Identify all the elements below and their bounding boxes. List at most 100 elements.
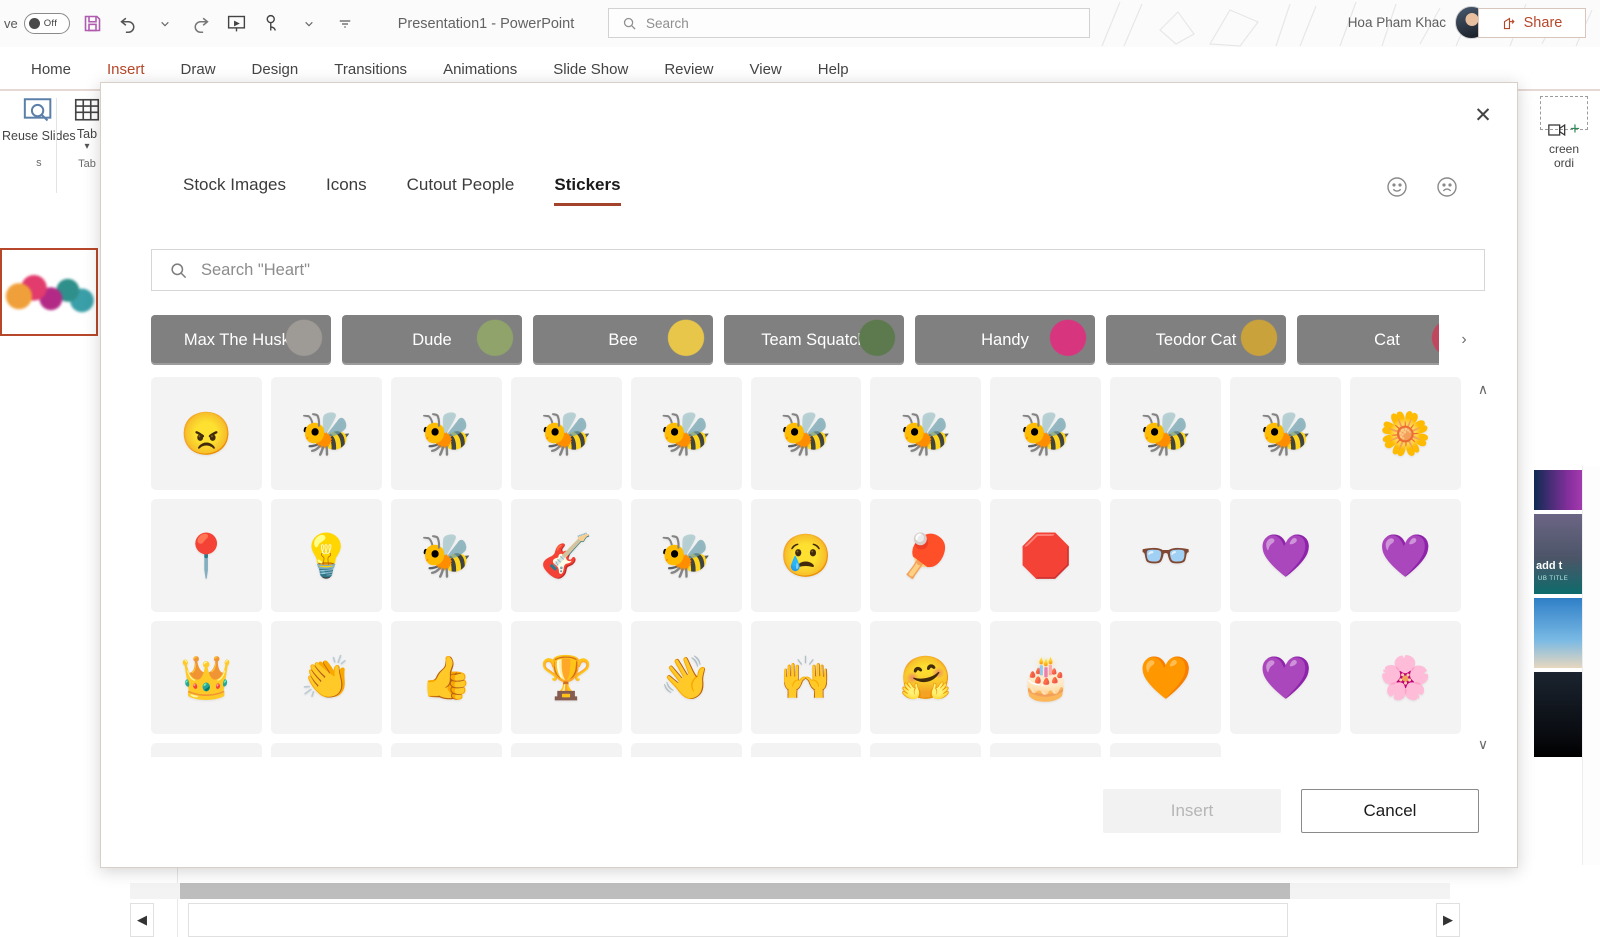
scroll-left-arrow-icon[interactable]: ◀	[130, 903, 154, 937]
horizontal-scroll-thumb[interactable]	[180, 883, 1290, 899]
feedback-sad-icon[interactable]	[1435, 175, 1459, 199]
sticker-item[interactable]: 🛑	[990, 499, 1102, 612]
cancel-button[interactable]: Cancel	[1301, 789, 1479, 833]
tab-stickers[interactable]: Stickers	[534, 175, 640, 206]
scroll-down-icon[interactable]: ∨	[1478, 736, 1488, 753]
sticker-item[interactable]: 📍	[151, 499, 262, 612]
sticker-item[interactable]: 💜	[1350, 499, 1461, 612]
sticker-search-input[interactable]: Search "Heart"	[151, 249, 1485, 291]
sticker-item[interactable]: 🐝	[390, 499, 502, 612]
sticker-item[interactable]: 👋	[630, 621, 742, 734]
start-slideshow-icon[interactable]	[224, 11, 250, 37]
sticker-item[interactable]: 💜	[1230, 499, 1342, 612]
undo-icon[interactable]	[116, 11, 142, 37]
touch-dropdown-icon[interactable]	[296, 11, 322, 37]
category-chip[interactable]: Teodor Cat	[1106, 315, 1286, 365]
sticker-grid-scrollbar[interactable]: ∧ ∨	[1471, 377, 1495, 757]
sticker-item[interactable]: 💜	[390, 743, 502, 757]
autosave-control[interactable]: ve Off	[4, 13, 70, 34]
sticker-item[interactable]: 😢	[750, 499, 862, 612]
sticker-item[interactable]: 🤗	[870, 621, 982, 734]
category-next-icon[interactable]: ›	[1447, 315, 1481, 365]
sticker-item[interactable]: 🐱	[750, 743, 862, 757]
sticker-glyph: 🐱	[1110, 743, 1221, 757]
sticker-glyph: 😠	[180, 409, 233, 457]
category-chip[interactable]: Bee	[533, 315, 713, 365]
screen-recording-label-2: ordi	[1553, 156, 1574, 170]
sticker-item[interactable]: ✨	[630, 743, 742, 757]
sticker-item[interactable]: 🌼	[1350, 377, 1461, 490]
sticker-item[interactable]: 🌸	[1350, 621, 1461, 734]
sticker-item[interactable]: 🐝	[990, 377, 1102, 490]
slide-thumbnail-left[interactable]	[0, 248, 98, 336]
panel-vertical-scrollbar[interactable]	[1582, 466, 1600, 877]
sticker-glyph: 🐝	[1019, 409, 1072, 457]
redo-icon[interactable]	[188, 11, 214, 37]
sticker-item[interactable]: 🏓	[870, 499, 982, 612]
undo-dropdown-icon[interactable]	[152, 11, 178, 37]
sticker-item[interactable]: 🙌	[750, 621, 862, 734]
sticker-item[interactable]: 🌿	[151, 743, 262, 757]
sticker-item[interactable]: 📦	[510, 743, 622, 757]
sticker-item[interactable]: 🐝	[270, 377, 382, 490]
feedback-happy-icon[interactable]	[1385, 175, 1409, 199]
sticker-item[interactable]: 🐝	[750, 377, 862, 490]
tab-cutout-people[interactable]: Cutout People	[387, 175, 535, 206]
tab-stock-images[interactable]: Stock Images	[163, 175, 306, 206]
category-chip[interactable]: Handy	[915, 315, 1095, 365]
sticker-item[interactable]: 🐱	[1110, 743, 1222, 757]
sticker-item[interactable]: 🐝	[390, 377, 502, 490]
category-chip[interactable]: Team Squatch	[724, 315, 904, 365]
sticker-item[interactable]: 💜	[270, 743, 382, 757]
tab-icons[interactable]: Icons	[306, 175, 387, 206]
category-chip-label: Max The Husky	[183, 330, 299, 349]
ribbon-tab-home[interactable]: Home	[13, 47, 89, 92]
user-account[interactable]: Hoa Pham Khac	[1348, 6, 1488, 39]
sticker-item[interactable]: 🐝	[630, 377, 742, 490]
sticker-item[interactable]: 💡	[270, 499, 382, 612]
sticker-item[interactable]: 🐝	[510, 377, 622, 490]
ribbon-search-placeholder: Search	[646, 15, 689, 31]
slide-thumbnail-art	[2, 250, 96, 334]
sticker-glyph: 🐝	[779, 409, 833, 457]
touch-mode-icon[interactable]	[260, 11, 286, 37]
sticker-item[interactable]: 👍	[390, 621, 502, 734]
insert-button[interactable]: Insert	[1103, 789, 1281, 833]
scroll-right-arrow-icon[interactable]: ▶	[1436, 903, 1460, 937]
panel-thumb-subtitle: UB TITLE	[1538, 576, 1569, 582]
sticker-item[interactable]: 👓	[1110, 499, 1222, 612]
sticker-item[interactable]: 🧡	[1110, 621, 1222, 734]
scroll-track[interactable]	[1481, 402, 1486, 732]
autosave-toggle[interactable]: Off	[23, 13, 70, 34]
category-chip[interactable]: Dude	[342, 315, 522, 365]
sticker-item[interactable]: 🎂	[990, 621, 1102, 734]
save-icon[interactable]	[80, 11, 106, 37]
notes-pane[interactable]	[188, 903, 1288, 937]
sticker-item[interactable]: 🎸	[510, 499, 622, 612]
ribbon-group-reuse-slides[interactable]: Reuse Slides s	[2, 95, 76, 169]
sticker-item[interactable]: 🐾	[870, 743, 982, 757]
close-icon[interactable]: ✕	[1463, 95, 1503, 135]
quick-access-toolbar: ve Off	[0, 11, 358, 37]
customize-qat-icon[interactable]	[332, 11, 358, 37]
sticker-item[interactable]: 🏆	[510, 621, 622, 734]
ribbon-search-box[interactable]: Search	[608, 8, 1090, 38]
sticker-item[interactable]: 🐝	[1110, 377, 1222, 490]
ribbon-group-table[interactable]: Tab ▾ Tab	[72, 95, 102, 170]
category-chip[interactable]: Cat	[1297, 315, 1439, 365]
feedback-controls	[1385, 175, 1459, 199]
sticker-item[interactable]: 😠	[151, 377, 262, 490]
sticker-item[interactable]: 💜	[1230, 621, 1342, 734]
category-chip[interactable]: Max The Husky	[151, 315, 331, 365]
sticker-item[interactable]: 👑	[151, 621, 262, 734]
sticker-item[interactable]: 🐝	[1230, 377, 1342, 490]
sticker-glyph: 🤗	[899, 653, 953, 701]
sticker-item[interactable]: ☁	[990, 743, 1102, 757]
table-dropdown-icon[interactable]: ▾	[84, 141, 89, 152]
sticker-item[interactable]: 👏	[270, 621, 382, 734]
sticker-item[interactable]: 🐝	[630, 499, 742, 612]
ribbon-group-screen-recording[interactable]: + creen ordi	[1528, 92, 1600, 212]
share-button[interactable]: Share	[1478, 8, 1586, 38]
sticker-item[interactable]: 🐝	[870, 377, 982, 490]
scroll-up-icon[interactable]: ∧	[1478, 381, 1488, 398]
